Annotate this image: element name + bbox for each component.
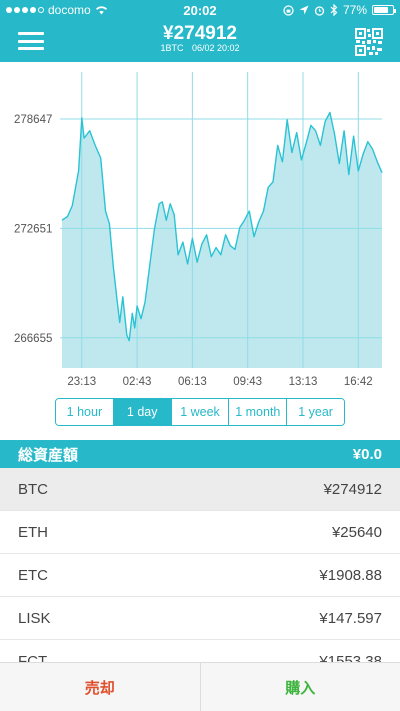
- x-tick-label: 09:43: [233, 376, 262, 388]
- coin-row-eth[interactable]: ETH ¥25640: [0, 511, 400, 554]
- coin-price: ¥1553.38: [319, 652, 382, 663]
- coin-row-fct[interactable]: FCT ¥1553.38: [0, 640, 400, 663]
- total-assets-label: 総資産額: [18, 446, 79, 464]
- action-bar: 売却 購入: [0, 662, 400, 711]
- range-option-1-week[interactable]: 1 week: [171, 399, 230, 425]
- coin-name: ETH: [18, 523, 48, 541]
- coin-price: ¥1908.88: [319, 566, 382, 584]
- battery-percent: 77%: [342, 3, 367, 17]
- range-option-1-year[interactable]: 1 year: [287, 399, 344, 425]
- price-title: ¥274912: [163, 23, 237, 44]
- x-tick-label: 02:43: [123, 376, 152, 388]
- total-assets-bar: 総資産額 ¥0.0: [0, 440, 400, 468]
- x-tick-label: 23:13: [67, 376, 96, 388]
- coin-name: LISK: [18, 609, 51, 627]
- battery-icon: [372, 5, 396, 15]
- range-option-1-hour[interactable]: 1 hour: [56, 399, 114, 425]
- coin-name: BTC: [18, 480, 48, 498]
- alarm-icon: [314, 5, 325, 16]
- price-area: [62, 112, 382, 368]
- coin-price: ¥274912: [323, 480, 382, 498]
- range-option-1-month[interactable]: 1 month: [229, 399, 288, 425]
- coin-name: FCT: [18, 652, 48, 663]
- rotation-lock-icon: [283, 4, 294, 16]
- coin-row-etc[interactable]: ETC ¥1908.88: [0, 554, 400, 597]
- location-icon: [299, 5, 309, 15]
- qr-code-icon[interactable]: [355, 28, 383, 56]
- coin-price: ¥147.597: [319, 609, 382, 627]
- total-assets-value: ¥0.0: [352, 445, 382, 463]
- status-bar: docomo 20:02 77%: [0, 0, 400, 20]
- x-tick-label: 13:13: [289, 376, 318, 388]
- price-subtitle: 1BTC 06/02 20:02: [0, 43, 400, 53]
- y-tick-label: 266655: [14, 333, 52, 345]
- price-unit: 1BTC: [160, 43, 184, 53]
- coin-name: ETC: [18, 566, 48, 584]
- price-datetime: 06/02 20:02: [191, 43, 240, 53]
- x-tick-label: 06:13: [178, 376, 207, 388]
- range-selector: 1 hour 1 day 1 week 1 month 1 year: [55, 398, 345, 426]
- y-tick-label: 278647: [14, 114, 52, 126]
- range-option-1-day[interactable]: 1 day: [113, 399, 172, 425]
- x-tick-label: 16:42: [344, 376, 373, 388]
- coin-row-btc[interactable]: BTC ¥274912: [0, 468, 400, 511]
- bluetooth-icon: [330, 4, 338, 16]
- coin-row-lisk[interactable]: LISK ¥147.597: [0, 597, 400, 640]
- coin-list: BTC ¥274912 ETH ¥25640 ETC ¥1908.88 LISK ¥147.5…: [0, 468, 400, 662]
- y-tick-label: 272651: [14, 223, 52, 235]
- sell-button[interactable]: 売却: [0, 663, 201, 711]
- header-bar: docomo 20:02 77% ¥274912 1BTC 06/02 20:0…: [0, 0, 400, 62]
- coin-price: ¥25640: [331, 523, 382, 541]
- buy-button[interactable]: 購入: [201, 663, 400, 711]
- price-chart[interactable]: 278647 272651 266655 23:13 02:43 06:13 09:43 13…: [0, 62, 400, 392]
